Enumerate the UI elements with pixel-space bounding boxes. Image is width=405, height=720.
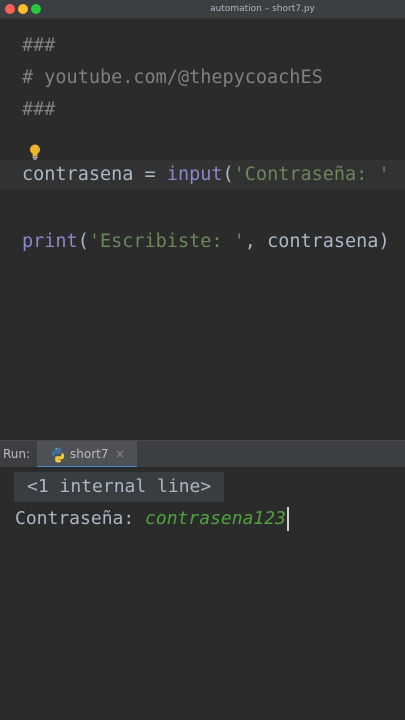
- python-icon: [51, 447, 65, 463]
- function-token: input: [166, 164, 223, 185]
- zoom-window-button[interactable]: [31, 4, 41, 14]
- code-editor[interactable]: ### # youtube.com/@thepycoachES ### cont…: [0, 19, 405, 440]
- function-token: print: [22, 231, 78, 252]
- paren-token: ): [378, 231, 390, 252]
- lightbulb-icon[interactable]: [28, 143, 42, 161]
- run-tab-short7[interactable]: short7 ×: [37, 441, 137, 468]
- minimize-window-button[interactable]: [18, 4, 28, 14]
- variable-token: contrasena: [267, 231, 379, 252]
- code-line-5[interactable]: print('Escribiste: ', contrasena): [22, 227, 390, 257]
- internal-lines-fold[interactable]: <1 internal line>: [14, 472, 225, 502]
- run-console[interactable]: <1 internal line> Contraseña: contrasena…: [0, 467, 405, 720]
- console-prompt-line[interactable]: Contraseña: contrasena123: [15, 504, 289, 534]
- comma-token: ,: [244, 231, 268, 252]
- console-prompt: Contraseña:: [15, 508, 146, 529]
- run-toolwindow-header: Run: short7 ×: [0, 440, 405, 468]
- variable-token: contrasena: [22, 164, 134, 185]
- string-token: 'Escribiste: ': [88, 231, 245, 252]
- title-bar: automation – short7.py: [0, 0, 405, 19]
- code-line-1[interactable]: ###: [22, 31, 55, 61]
- string-token: 'Contraseña: ': [233, 164, 390, 185]
- tab-label: short7: [70, 447, 109, 461]
- code-line-3[interactable]: ###: [22, 95, 55, 125]
- run-label: Run:: [3, 447, 31, 461]
- paren-token: (: [222, 164, 234, 185]
- operator-token: =: [133, 164, 167, 185]
- paren-token: (: [77, 231, 89, 252]
- console-user-input: contrasena123: [145, 508, 286, 529]
- code-line-4[interactable]: contrasena = input('Contraseña: ': [22, 160, 390, 190]
- code-line-2[interactable]: # youtube.com/@thepycoachES: [22, 63, 323, 93]
- close-tab-icon[interactable]: ×: [115, 441, 125, 467]
- text-caret: [286, 507, 289, 531]
- window-title: automation – short7.py: [210, 4, 315, 14]
- close-window-button[interactable]: [5, 4, 15, 14]
